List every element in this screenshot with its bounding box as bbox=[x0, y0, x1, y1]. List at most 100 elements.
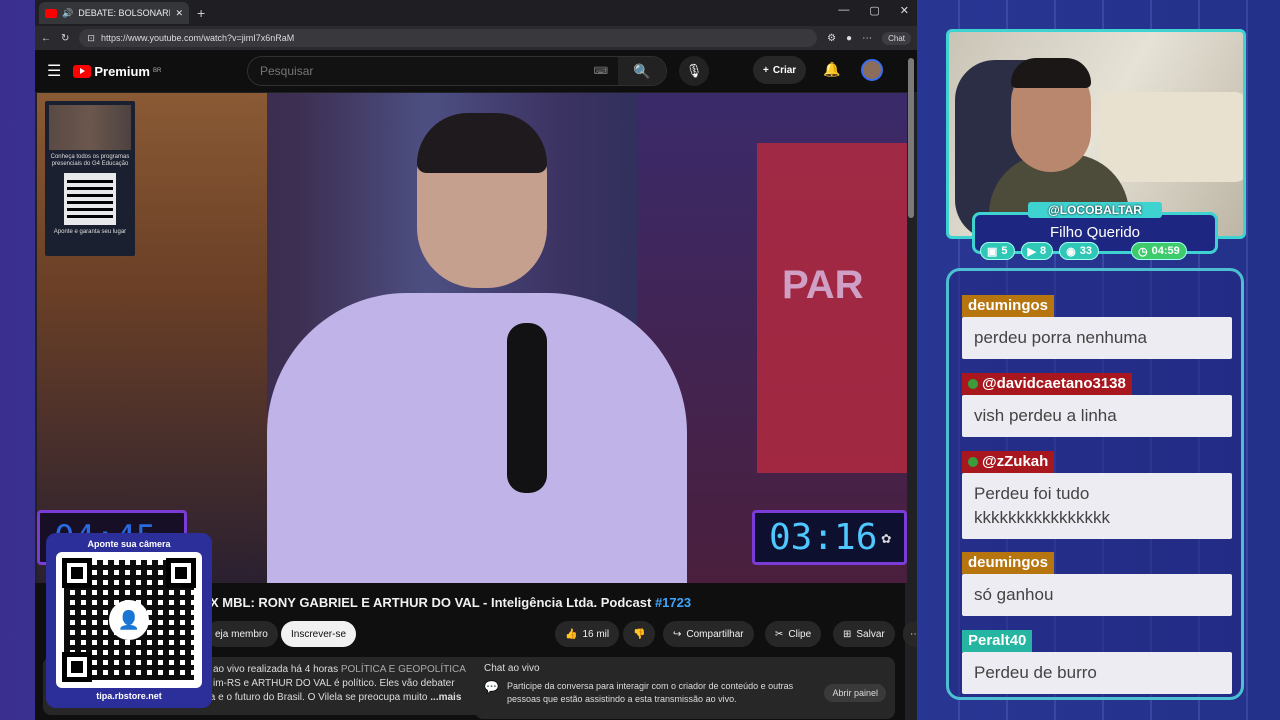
qr-finder-top-right bbox=[166, 558, 196, 588]
description-line2: im-RS e ARTHUR DO VAL é político. Eles v… bbox=[213, 678, 455, 689]
youtube-play-icon bbox=[73, 64, 92, 78]
clip-button[interactable]: ✂ Clipe bbox=[765, 621, 822, 647]
tab-title: DEBATE: BOLSONARISTA X MBL bbox=[78, 8, 171, 18]
search-button[interactable]: 🔍 bbox=[618, 57, 666, 85]
chat-username: @zZukah bbox=[962, 451, 1055, 473]
like-button[interactable]: 👍 16 mil bbox=[555, 621, 620, 647]
video-player[interactable]: PAR Conheça todos os programas presencia… bbox=[37, 93, 907, 583]
address-bar-row: ← ↻ ⊡ https://www.youtube.com/watch?v=ji… bbox=[35, 26, 917, 50]
brain-icon: ✿ bbox=[881, 528, 892, 547]
chat-message: deumingos perdeu porra nenhuma bbox=[962, 295, 1232, 359]
chat-text: perdeu porra nenhuma bbox=[962, 317, 1232, 359]
qr-top-text: Aponte sua câmera bbox=[87, 539, 171, 549]
member-badge-icon bbox=[968, 457, 978, 468]
reload-icon[interactable]: ↻ bbox=[61, 33, 69, 44]
sign-text: PAR bbox=[782, 263, 864, 307]
video-actions: eja membro Inscrever-se 👍 16 mil 👎 ↪ Com… bbox=[205, 621, 917, 647]
qr-finder-bottom-left bbox=[62, 652, 92, 682]
qr-finder-top-left bbox=[62, 558, 92, 588]
tab-close-icon[interactable]: ✕ bbox=[175, 8, 183, 19]
head-icon: 👤 bbox=[109, 600, 149, 640]
promo-banner: Conheça todos os programas presenciais d… bbox=[45, 101, 135, 256]
chat-username-text: @davidcaetano3138 bbox=[982, 375, 1126, 392]
chat-button[interactable]: Chat bbox=[882, 31, 911, 45]
person-hair bbox=[417, 113, 547, 173]
qr-code: 👤 bbox=[56, 552, 202, 688]
microphone-icon: 🎙 bbox=[685, 63, 703, 78]
chat-username: Peralt40 bbox=[962, 630, 1033, 652]
speaker-icon[interactable]: 🔊 bbox=[62, 8, 73, 19]
chat-text: Perdeu foi tudo kkkkkkkkkkkkkkkk bbox=[962, 473, 1232, 539]
notifications-bell-icon[interactable]: 🔔 bbox=[823, 61, 840, 78]
chat-username: deumingos bbox=[962, 295, 1055, 317]
site-info-icon[interactable]: ⊡ bbox=[87, 33, 95, 44]
youtube-logo[interactable]: Premium BR bbox=[73, 64, 161, 79]
streamer-stats: ▣ 5 ▶ 8 ◉ 33 ◷ 04:59 bbox=[980, 242, 1187, 260]
chat-text: só ganhou bbox=[962, 574, 1232, 616]
chat-message: deumingos só ganhou bbox=[962, 552, 1232, 616]
create-label: Criar bbox=[772, 64, 797, 76]
window-controls: — ▢ ✕ bbox=[838, 4, 909, 17]
timer-right-value: 03:16 bbox=[769, 517, 878, 558]
kick-count: 33 bbox=[1079, 245, 1092, 257]
create-button[interactable]: + Criar bbox=[753, 56, 807, 84]
video-title-text: X MBL: RONY GABRIEL E ARTHUR DO VAL - In… bbox=[210, 595, 652, 610]
chat-text: vish perdeu a linha bbox=[962, 395, 1232, 437]
bookmark-icon: ⊞ bbox=[843, 628, 852, 640]
share-icon: ↪ bbox=[673, 628, 682, 640]
new-tab-button[interactable]: + bbox=[197, 5, 205, 21]
join-button[interactable]: eja membro bbox=[205, 621, 278, 647]
twitch-stat: ▣ 5 bbox=[980, 242, 1015, 260]
more-actions-button[interactable]: ⋯ bbox=[903, 621, 917, 647]
save-button[interactable]: ⊞ Salvar bbox=[833, 621, 895, 647]
twitch-count: 5 bbox=[1001, 245, 1008, 257]
close-window-button[interactable]: ✕ bbox=[900, 4, 909, 17]
thumbs-up-icon: 👍 bbox=[565, 628, 578, 640]
maximize-button[interactable]: ▢ bbox=[869, 4, 879, 17]
thumbs-down-icon: 👎 bbox=[633, 628, 646, 640]
keyboard-icon[interactable]: ⌨ bbox=[594, 66, 608, 77]
webcam-hair bbox=[1011, 58, 1091, 88]
chat-username: deumingos bbox=[962, 552, 1055, 574]
tab-bar: 🔊 DEBATE: BOLSONARISTA X MBL ✕ + — ▢ ✕ bbox=[35, 0, 917, 26]
youtube-header: ☰ Premium BR ⌨ 🔍 🎙 + Criar 🔔 bbox=[35, 50, 917, 92]
share-label: Compartilhar bbox=[686, 628, 744, 640]
share-button[interactable]: ↪ Compartilhar bbox=[663, 621, 754, 647]
url-text: https://www.youtube.com/watch?v=jimI7x6n… bbox=[100, 33, 295, 43]
member-badge-icon bbox=[968, 379, 978, 390]
youtube-icon: ▶ bbox=[1027, 245, 1036, 258]
page-scrollbar[interactable] bbox=[908, 58, 914, 218]
podcast-microphone bbox=[507, 323, 547, 493]
promo-text: Conheça todos os programas presenciais d… bbox=[50, 154, 130, 167]
user-avatar[interactable] bbox=[861, 59, 883, 81]
subscribe-button[interactable]: Inscrever-se bbox=[281, 621, 357, 647]
description-category[interactable]: POLÍTICA E GEOPOLÍTICA bbox=[341, 664, 466, 675]
chat-message: Peralt40 Perdeu de burro bbox=[962, 630, 1232, 694]
profile-avatar[interactable]: ● bbox=[846, 33, 852, 44]
qr-overlay: Aponte sua câmera 👤 tipa.rbstore.net bbox=[46, 533, 212, 708]
scissors-icon: ✂ bbox=[775, 628, 784, 640]
dislike-button[interactable]: 👎 bbox=[623, 621, 656, 647]
video-person bbox=[267, 113, 687, 583]
kick-icon: ◉ bbox=[1066, 245, 1076, 258]
search-input[interactable] bbox=[260, 64, 594, 78]
live-chat-text: Participe da conversa para interagir com… bbox=[506, 681, 794, 704]
clock-icon: ◷ bbox=[1137, 245, 1148, 258]
back-icon[interactable]: ← bbox=[41, 33, 51, 44]
uptime-value: 04:59 bbox=[1151, 245, 1180, 257]
open-panel-button[interactable]: Abrir painel bbox=[824, 684, 886, 702]
kick-stat: ◉ 33 bbox=[1059, 242, 1099, 260]
promo-footer: Aponte e garanta seu lugar bbox=[53, 229, 127, 235]
logo-text: Premium bbox=[94, 63, 150, 79]
minimize-button[interactable]: — bbox=[838, 4, 849, 17]
video-hashtag[interactable]: #1723 bbox=[655, 595, 691, 610]
voice-search-button[interactable]: 🎙 bbox=[679, 56, 709, 86]
chat-username: @davidcaetano3138 bbox=[962, 373, 1132, 395]
description-more-link[interactable]: ...mais bbox=[430, 692, 461, 703]
browser-tab[interactable]: 🔊 DEBATE: BOLSONARISTA X MBL ✕ bbox=[39, 2, 189, 24]
hamburger-menu-icon[interactable]: ☰ bbox=[47, 61, 61, 81]
more-menu-icon[interactable]: ⋯ bbox=[862, 33, 872, 44]
extensions-icon[interactable]: ⚙ bbox=[827, 33, 836, 44]
address-bar[interactable]: ⊡ https://www.youtube.com/watch?v=jimI7x… bbox=[79, 29, 818, 47]
chat-message: @davidcaetano3138 vish perdeu a linha bbox=[962, 373, 1232, 437]
